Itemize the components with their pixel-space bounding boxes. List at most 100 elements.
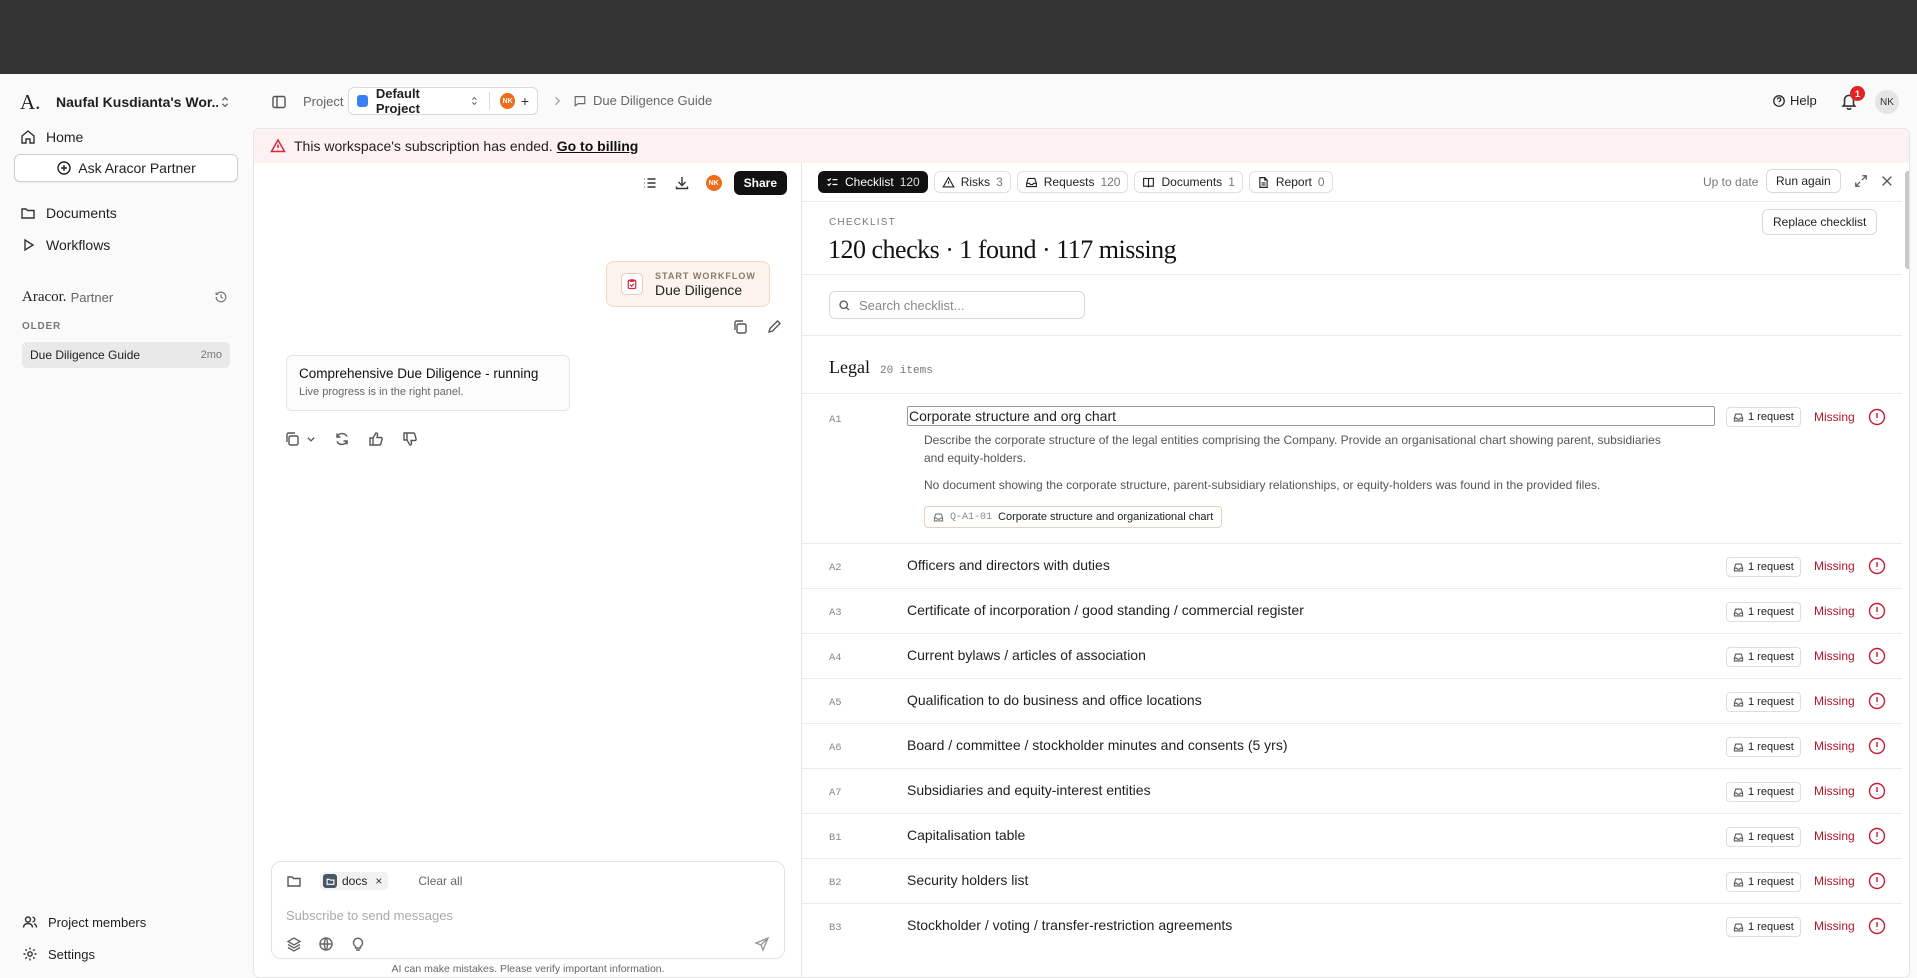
message-input[interactable]: Subscribe to send messages bbox=[286, 908, 453, 923]
checklist-row[interactable]: A6 Board / committee / stockholder minute… bbox=[802, 723, 1902, 768]
request-badge[interactable]: 1 request bbox=[1726, 917, 1801, 937]
layers-icon[interactable] bbox=[286, 936, 302, 952]
globe-icon[interactable] bbox=[318, 936, 334, 952]
thumbs-down-icon[interactable] bbox=[402, 431, 418, 447]
breadcrumb[interactable]: Due Diligence Guide bbox=[573, 93, 712, 108]
request-count: 1 request bbox=[1748, 696, 1794, 708]
row-title[interactable]: Corporate structure and org chart bbox=[907, 406, 1715, 426]
checklist-row[interactable]: A2 Officers and directors with duties 1 re… bbox=[802, 543, 1902, 588]
alert-circle-icon[interactable] bbox=[1868, 602, 1886, 620]
thumbs-up-icon[interactable] bbox=[368, 431, 384, 447]
checklist-row[interactable]: A5 Qualification to do business and offic… bbox=[802, 678, 1902, 723]
copy-icon[interactable] bbox=[284, 431, 300, 447]
scrollbar-thumb[interactable] bbox=[1905, 171, 1909, 269]
pencil-icon[interactable] bbox=[766, 319, 782, 335]
checklist-row[interactable]: A7 Subsidiaries and equity-interest entit… bbox=[802, 768, 1902, 813]
project-selector[interactable]: Default Project NK + bbox=[348, 86, 538, 116]
add-member-icon[interactable]: + bbox=[521, 93, 529, 109]
expand-icon[interactable] bbox=[1854, 174, 1868, 188]
chat-history-item[interactable]: Due Diligence Guide 2mo bbox=[22, 342, 230, 368]
row-title: Subsidiaries and equity-interest entitie… bbox=[907, 782, 1151, 798]
row-code: B1 bbox=[829, 832, 842, 844]
row-title: Board / committee / stockholder minutes … bbox=[907, 737, 1288, 753]
partner-brand: Aracor. bbox=[22, 288, 67, 305]
reference-title: Corporate structure and organizational c… bbox=[998, 511, 1214, 523]
section-name: Legal bbox=[829, 357, 870, 377]
alert-circle-icon[interactable] bbox=[1868, 872, 1886, 890]
alert-circle-icon[interactable] bbox=[1868, 782, 1886, 800]
ai-disclaimer: AI can make mistakes. Please verify impo… bbox=[391, 963, 665, 975]
request-badge[interactable]: 1 request bbox=[1726, 647, 1801, 667]
sidebar-item-home[interactable]: Home bbox=[20, 126, 83, 148]
workspace-logo: A. bbox=[20, 89, 41, 114]
replace-checklist-button[interactable]: Replace checklist bbox=[1762, 209, 1878, 235]
request-badge[interactable]: 1 request bbox=[1726, 827, 1801, 847]
request-badge[interactable]: 1 request bbox=[1726, 407, 1801, 427]
copy-icon[interactable] bbox=[732, 319, 748, 335]
request-badge[interactable]: 1 request bbox=[1726, 782, 1801, 802]
project-member-avatar[interactable]: NK bbox=[500, 93, 515, 109]
message-composer: docs × Clear all Subscribe to send messa… bbox=[271, 861, 785, 959]
close-icon[interactable]: × bbox=[375, 874, 382, 888]
list-icon[interactable] bbox=[642, 175, 658, 191]
request-badge[interactable]: 1 request bbox=[1726, 692, 1801, 712]
composer-context: docs × Clear all bbox=[286, 872, 462, 890]
refresh-icon[interactable] bbox=[334, 431, 350, 447]
folder-icon[interactable] bbox=[286, 873, 302, 889]
sidebar-item-documents[interactable]: Documents bbox=[20, 202, 117, 224]
help-button[interactable]: Help bbox=[1772, 93, 1817, 108]
workspace-switcher[interactable]: A. Naufal Kusdianta's Wor... bbox=[20, 90, 232, 114]
clear-all-button[interactable]: Clear all bbox=[418, 874, 462, 888]
chevron-down-icon[interactable] bbox=[306, 434, 316, 444]
alert-circle-icon[interactable] bbox=[1868, 408, 1886, 426]
section-header: Legal 20 items bbox=[829, 357, 933, 378]
docs-context-chip[interactable]: docs × bbox=[320, 872, 389, 890]
user-avatar[interactable]: NK bbox=[1875, 90, 1899, 114]
checklist-row[interactable]: B3 Stockholder / voting / transfer-restri… bbox=[802, 903, 1902, 948]
docs-chip-label: docs bbox=[342, 874, 368, 888]
alert-circle-icon[interactable] bbox=[1868, 692, 1886, 710]
go-to-billing-link[interactable]: Go to billing bbox=[557, 138, 639, 154]
ask-partner-button[interactable]: Ask Aracor Partner bbox=[14, 154, 238, 182]
request-badge[interactable]: 1 request bbox=[1726, 737, 1801, 757]
request-badge[interactable]: 1 request bbox=[1726, 602, 1801, 622]
alert-circle-icon[interactable] bbox=[1868, 917, 1886, 935]
tab-checklist[interactable]: Checklist 120 bbox=[818, 171, 928, 193]
subscription-banner: This workspace's subscription has ended.… bbox=[254, 129, 1909, 163]
lightbulb-icon[interactable] bbox=[350, 936, 366, 952]
checklist-row[interactable]: B1 Capitalisation table 1 request Missing bbox=[802, 813, 1902, 858]
alert-circle-icon[interactable] bbox=[1868, 827, 1886, 845]
share-button[interactable]: Share bbox=[733, 171, 787, 195]
checklist-row[interactable]: A1 Corporate structure and org chart 1 r… bbox=[802, 393, 1902, 543]
tab-documents[interactable]: Documents 1 bbox=[1134, 171, 1243, 193]
tab-report[interactable]: Report 0 bbox=[1248, 171, 1333, 193]
tab-risks[interactable]: Risks 3 bbox=[933, 171, 1011, 193]
run-again-button[interactable]: Run again bbox=[1766, 169, 1841, 193]
alert-circle-icon[interactable] bbox=[1868, 737, 1886, 755]
checklist-row[interactable]: A3 Certificate of incorporation / good st… bbox=[802, 588, 1902, 633]
download-icon[interactable] bbox=[674, 175, 690, 191]
sidebar-item-settings[interactable]: Settings bbox=[22, 944, 95, 964]
sidebar-item-workflows[interactable]: Workflows bbox=[20, 234, 110, 256]
main-frame: This workspace's subscription has ended.… bbox=[253, 128, 1910, 978]
start-workflow-card[interactable]: START WORKFLOW Due Diligence bbox=[606, 261, 770, 307]
request-reference-chip[interactable]: Q-A1-01 Corporate structure and organiza… bbox=[924, 506, 1223, 528]
sidebar-toggle-icon[interactable] bbox=[271, 94, 287, 110]
alert-circle-icon[interactable] bbox=[1868, 557, 1886, 575]
request-badge[interactable]: 1 request bbox=[1726, 557, 1801, 577]
checklist-row[interactable]: B2 Security holders list 1 request Missing bbox=[802, 858, 1902, 903]
chat-avatar[interactable]: NK bbox=[705, 175, 722, 191]
history-icon[interactable] bbox=[214, 290, 228, 304]
sidebar-item-project-members[interactable]: Project members bbox=[22, 912, 146, 932]
ask-partner-label: Ask Aracor Partner bbox=[78, 160, 196, 176]
project-label: Project bbox=[303, 94, 344, 109]
alert-circle-icon[interactable] bbox=[1868, 647, 1886, 665]
warning-icon bbox=[941, 175, 955, 188]
close-icon[interactable] bbox=[1880, 174, 1894, 188]
plus-circle-icon bbox=[57, 161, 71, 175]
search-input[interactable]: Search checklist... bbox=[829, 291, 1085, 319]
tab-requests[interactable]: Requests 120 bbox=[1016, 171, 1129, 193]
send-icon[interactable] bbox=[754, 936, 770, 952]
request-badge[interactable]: 1 request bbox=[1726, 872, 1801, 892]
checklist-row[interactable]: A4 Current bylaws / articles of associati… bbox=[802, 633, 1902, 678]
